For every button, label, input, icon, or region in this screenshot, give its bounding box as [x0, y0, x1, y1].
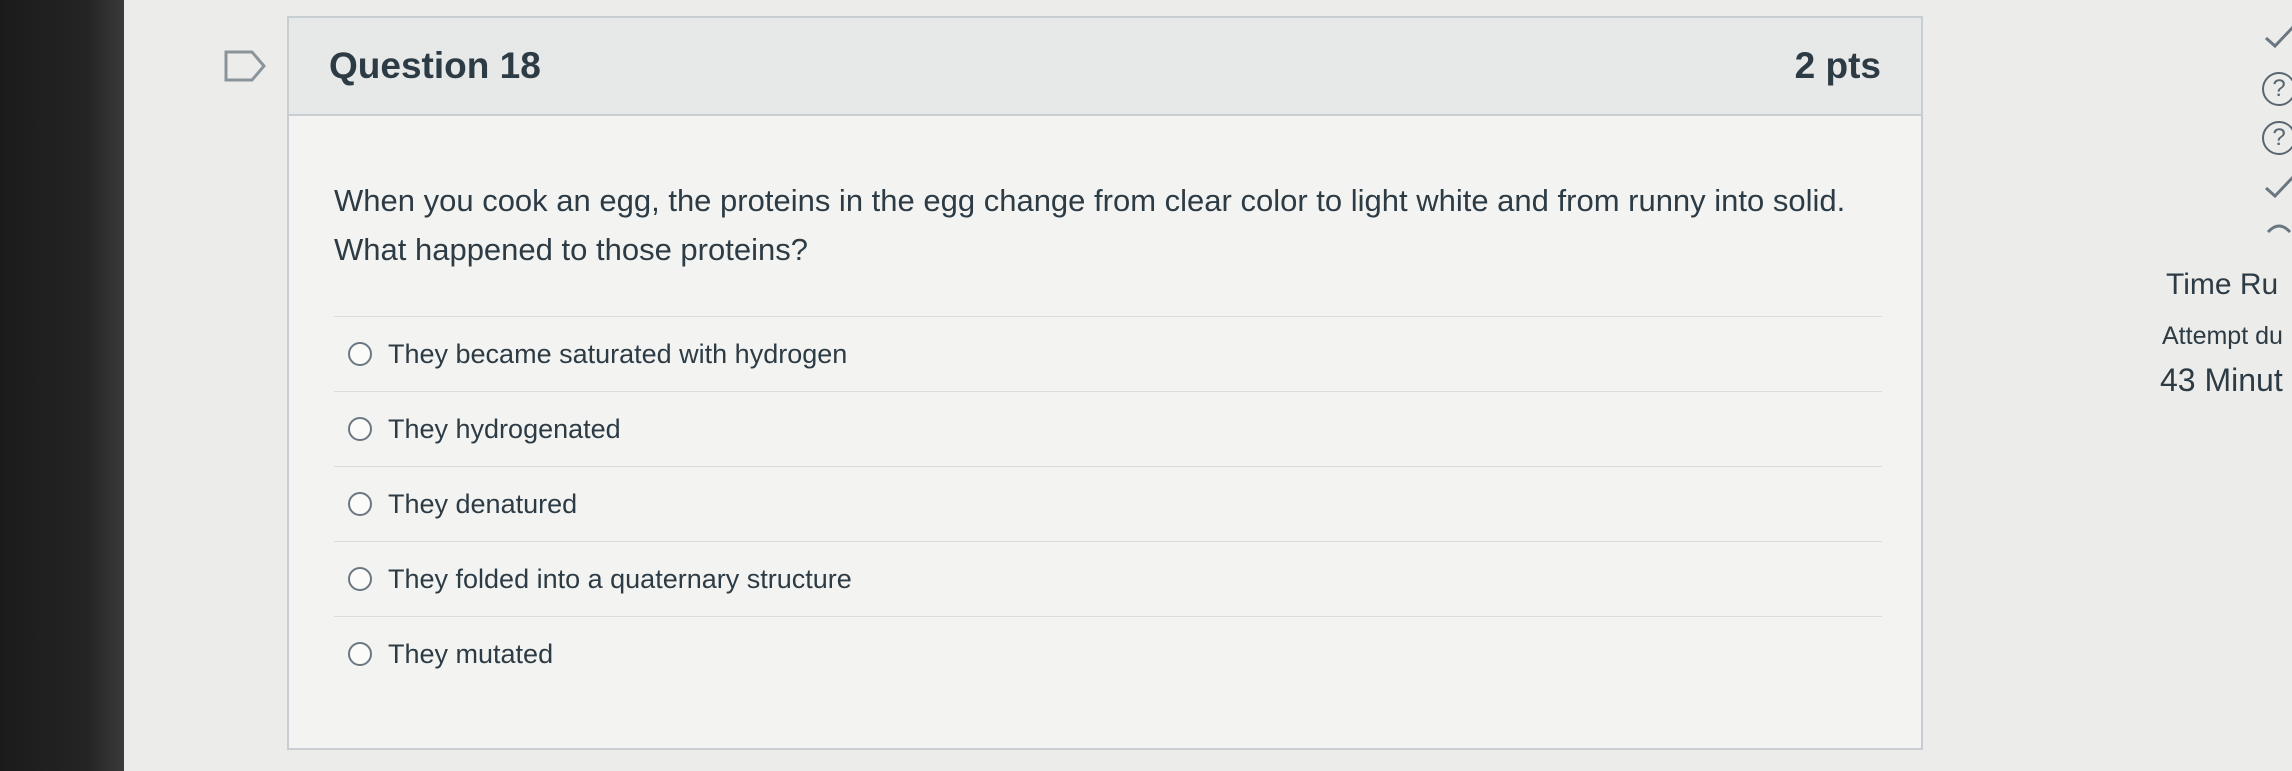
partial-icon[interactable]	[2262, 212, 2292, 246]
timer-title: Time Ru	[2166, 268, 2279, 301]
answer-label[interactable]: They folded into a quaternary structure	[388, 564, 852, 595]
radio-button[interactable]	[348, 492, 372, 516]
answer-list: They became saturated with hydrogen They…	[334, 316, 1882, 691]
flag-question-icon[interactable]	[224, 50, 266, 82]
question-circle-icon[interactable]: ?	[2262, 121, 2292, 155]
answer-label[interactable]: They became saturated with hydrogen	[388, 339, 847, 370]
attempt-due-label: Attempt du	[2162, 322, 2283, 350]
question-circle-icon[interactable]: ?	[2262, 72, 2292, 106]
question-points: 2 pts	[1794, 45, 1881, 86]
checkmark-icon[interactable]	[2262, 170, 2292, 204]
radio-button[interactable]	[348, 567, 372, 591]
question-body: When you cook an egg, the proteins in th…	[289, 176, 1921, 691]
question-title: Question 18	[329, 45, 541, 86]
radio-button[interactable]	[348, 642, 372, 666]
radio-button[interactable]	[348, 342, 372, 366]
answer-label[interactable]: They hydrogenated	[388, 414, 621, 445]
monitor-bezel	[0, 0, 124, 771]
question-card: Question 18 2 pts When you cook an egg, …	[287, 16, 1923, 750]
answer-label[interactable]: They denatured	[388, 489, 577, 520]
answer-option[interactable]: They hydrogenated	[334, 391, 1882, 466]
radio-button[interactable]	[348, 417, 372, 441]
question-text: When you cook an egg, the proteins in th…	[334, 183, 1846, 267]
checkmark-icon[interactable]	[2262, 20, 2292, 54]
quiz-sidebar: ? ? Time Ru Attempt du 43 Minut	[2150, 0, 2292, 771]
answer-option[interactable]: They denatured	[334, 466, 1882, 541]
answer-label[interactable]: They mutated	[388, 639, 553, 670]
answer-option[interactable]: They folded into a quaternary structure	[334, 541, 1882, 616]
minutes-remaining: 43 Minut	[2160, 362, 2283, 398]
answer-option[interactable]: They became saturated with hydrogen	[334, 316, 1882, 391]
question-header: Question 18 2 pts	[289, 18, 1921, 116]
answer-option[interactable]: They mutated	[334, 616, 1882, 691]
